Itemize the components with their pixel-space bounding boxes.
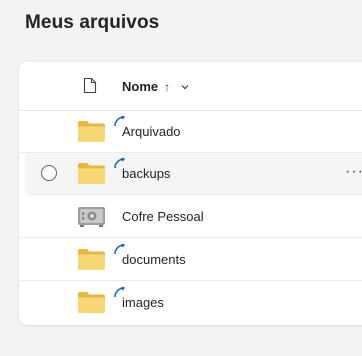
vault-icon [78,207,105,227]
file-type-icon[interactable] [83,77,97,94]
folder-icon [78,163,105,184]
folder-icon [78,121,105,142]
item-name[interactable]: Arquivado [122,124,181,139]
folder-icon [78,292,105,313]
file-list: Nome ↑ Arquivado backups ··· [19,62,362,325]
list-item-backups[interactable]: backups ··· [25,153,362,195]
select-radio[interactable] [41,165,57,181]
item-name[interactable]: documents [122,252,186,267]
item-name[interactable]: Cofre Pessoal [122,209,204,224]
chevron-down-icon[interactable] [180,82,190,92]
item-name[interactable]: backups [122,166,170,181]
list-item-cofre-pessoal[interactable]: Cofre Pessoal [19,196,362,238]
folder-icon [78,249,105,270]
list-item-arquivado[interactable]: Arquivado [19,111,362,153]
item-name[interactable]: images [122,295,164,310]
list-item-documents[interactable]: documents [19,239,362,281]
list-item-images[interactable]: images [19,282,362,324]
name-column-header[interactable]: Nome ↑ [122,79,190,94]
more-options-icon[interactable]: ··· [345,163,362,181]
page-title: Meus arquivos [25,12,160,33]
name-column-label: Nome [122,79,159,94]
sort-ascending-icon: ↑ [164,79,171,94]
list-header: Nome ↑ [19,62,362,111]
